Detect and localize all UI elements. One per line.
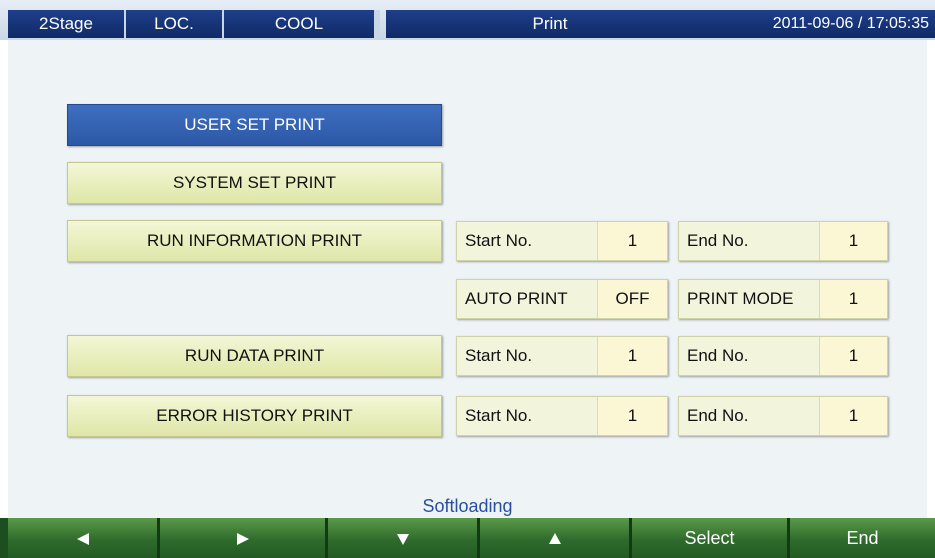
run-data-start-field[interactable]: Start No. 1: [456, 336, 668, 376]
triangle-left-icon: [76, 533, 89, 546]
run-info-end-field[interactable]: End No. 1: [678, 221, 888, 261]
error-history-print-button[interactable]: ERROR HISTORY PRINT: [67, 395, 442, 437]
error-history-end-field[interactable]: End No. 1: [678, 396, 888, 436]
print-mode-value[interactable]: 1: [819, 280, 887, 318]
status-message: Softloading: [422, 496, 513, 516]
error-history-start-field[interactable]: Start No. 1: [456, 396, 668, 436]
run-data-start-label: Start No.: [465, 346, 533, 365]
print-mode-label: PRINT MODE: [687, 289, 794, 308]
location-indicator: LOC.: [126, 10, 224, 38]
system-set-print-button[interactable]: SYSTEM SET PRINT: [67, 162, 442, 204]
datetime-display: 2011-09-06 / 17:05:35: [714, 10, 935, 38]
error-history-start-label: Start No.: [465, 406, 533, 425]
auto-print-value[interactable]: OFF: [597, 280, 667, 318]
print-mode-field[interactable]: PRINT MODE 1: [678, 279, 888, 319]
auto-print-field[interactable]: AUTO PRINT OFF: [456, 279, 668, 319]
user-set-print-button[interactable]: USER SET PRINT: [67, 104, 442, 146]
run-information-print-button[interactable]: RUN INFORMATION PRINT: [67, 220, 442, 262]
page-title: Print: [386, 10, 714, 38]
run-data-end-label: End No.: [687, 346, 749, 365]
error-history-end-label: End No.: [687, 406, 749, 425]
triangle-up-icon: [548, 533, 561, 545]
run-data-end-value[interactable]: 1: [819, 337, 887, 375]
run-info-start-field[interactable]: Start No. 1: [456, 221, 668, 261]
select-button[interactable]: Select: [632, 518, 790, 558]
mode-indicator: COOL: [224, 10, 380, 38]
stage-indicator: 2Stage: [8, 10, 126, 38]
left-key-button[interactable]: [8, 518, 160, 558]
triangle-right-icon: [236, 533, 249, 546]
run-data-start-value[interactable]: 1: [597, 337, 667, 375]
run-data-print-button[interactable]: RUN DATA PRINT: [67, 335, 442, 377]
run-info-end-label: End No.: [687, 231, 749, 250]
top-bar: 2Stage LOC. COOL Print 2011-09-06 / 17:0…: [0, 0, 935, 40]
triangle-down-icon: [396, 534, 409, 546]
end-button[interactable]: End: [790, 518, 935, 558]
run-info-end-value[interactable]: 1: [819, 222, 887, 260]
run-info-start-label: Start No.: [465, 231, 533, 250]
run-data-end-field[interactable]: End No. 1: [678, 336, 888, 376]
error-history-start-value[interactable]: 1: [597, 397, 667, 435]
down-key-button[interactable]: [328, 518, 480, 558]
right-key-button[interactable]: [160, 518, 328, 558]
error-history-end-value[interactable]: 1: [819, 397, 887, 435]
auto-print-label: AUTO PRINT: [465, 289, 568, 308]
up-key-button[interactable]: [480, 518, 632, 558]
run-info-start-value[interactable]: 1: [597, 222, 667, 260]
